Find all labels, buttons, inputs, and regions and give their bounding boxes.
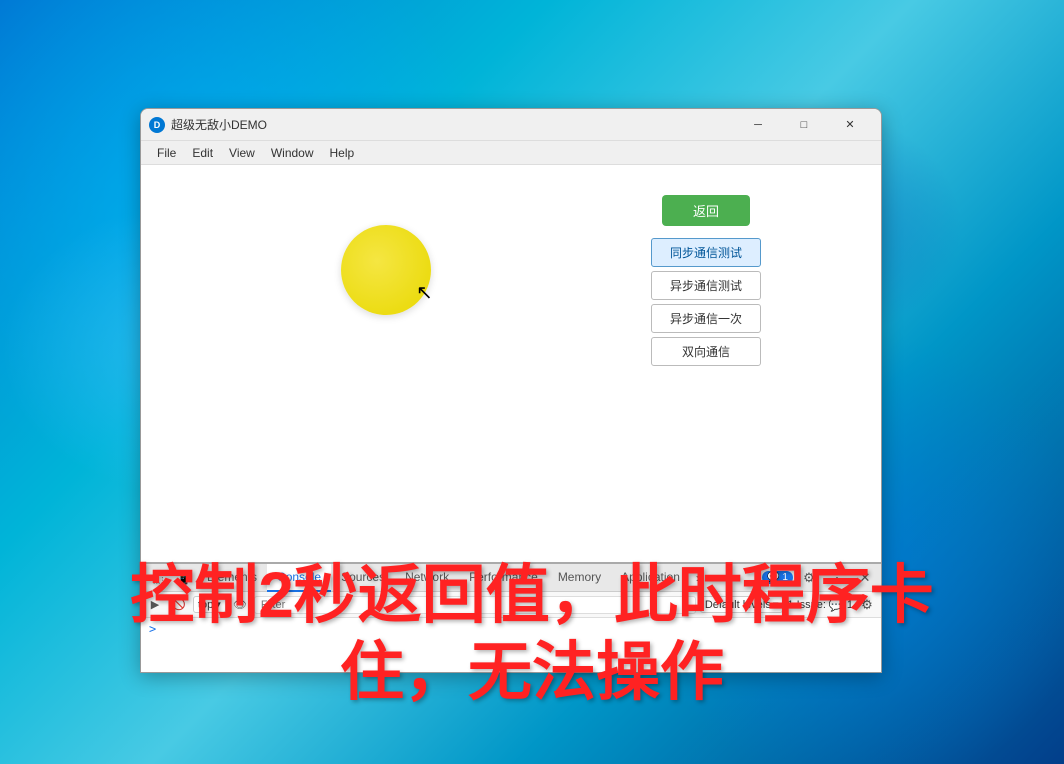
action-button-async[interactable]: 异步通信测试 [651, 271, 761, 300]
tab-network[interactable]: Network [395, 564, 459, 592]
devtools-chat-badge: 💬 1 [762, 571, 793, 584]
action-button-bidirectional[interactable]: 双向通信 [651, 337, 761, 366]
menu-help[interactable]: Help [322, 144, 363, 162]
window-controls: ─ □ ✕ [735, 109, 873, 141]
menu-window[interactable]: Window [263, 144, 322, 162]
menu-view[interactable]: View [221, 144, 263, 162]
menu-edit[interactable]: Edit [184, 144, 221, 162]
devtools-more-options-icon[interactable]: ⋮ [825, 566, 849, 590]
window-title: 超级无敌小DEMO [171, 116, 735, 133]
devtools-tabs: ⬚ 📱 Elements Console Sources Network Per… [141, 564, 881, 592]
console-filter-input[interactable] [254, 596, 696, 614]
console-eye-icon[interactable]: 👁 [230, 595, 250, 615]
devtools-device-icon[interactable]: 📱 [173, 567, 195, 589]
console-levels-dropdown-icon: ▾ [773, 598, 779, 611]
devtools-panel: ⬚ 📱 Elements Console Sources Network Per… [141, 562, 881, 672]
minimize-button[interactable]: ─ [735, 109, 781, 141]
menu-file[interactable]: File [149, 144, 184, 162]
tab-sources[interactable]: Sources [331, 564, 395, 592]
tab-application[interactable]: Application [611, 564, 690, 592]
maximize-button[interactable]: □ [781, 109, 827, 141]
app-window: D 超级无敌小DEMO ─ □ ✕ File Edit View Window … [140, 108, 882, 673]
console-issue-icon: 💬 [829, 598, 844, 612]
back-button[interactable]: 返回 [662, 195, 750, 226]
console-issue-badge: 1 Issue: 💬 1 [787, 598, 853, 612]
tab-performance[interactable]: Performance [459, 564, 548, 592]
console-context-selector[interactable]: top ▾ [193, 596, 226, 613]
tab-elements[interactable]: Elements [197, 564, 267, 592]
console-prompt[interactable]: > [149, 622, 873, 636]
close-button[interactable]: ✕ [827, 109, 873, 141]
console-levels-label: Default levels [705, 599, 771, 611]
console-settings-icon[interactable]: ⚙ [857, 595, 877, 615]
main-area: ↖ 返回 同步通信测试 异步通信测试 异步通信一次 双向通信 [141, 165, 881, 562]
app-icon: D [149, 117, 165, 133]
console-content: > [141, 618, 881, 672]
menu-bar: File Edit View Window Help [141, 141, 881, 165]
action-button-sync[interactable]: 同步通信测试 [651, 238, 761, 267]
console-levels-selector[interactable]: Default levels ▾ [700, 596, 784, 613]
devtools-inspect-icon[interactable]: ⬚ [147, 567, 169, 589]
console-context-label: top [198, 599, 213, 611]
devtools-settings-icon[interactable]: ⚙ [797, 566, 821, 590]
action-button-async-once[interactable]: 异步通信一次 [651, 304, 761, 333]
console-toolbar: ▶ 🚫 top ▾ 👁 Default levels ▾ 1 Issue: 💬 … [141, 592, 881, 618]
console-execute-icon[interactable]: ▶ [145, 595, 165, 615]
tab-memory[interactable]: Memory [548, 564, 611, 592]
mouse-cursor: ↖ [416, 280, 436, 304]
app-content: ↖ 返回 同步通信测试 异步通信测试 异步通信一次 双向通信 ⬚ 📱 Eleme… [141, 165, 881, 672]
devtools-close-icon[interactable]: ✕ [853, 566, 877, 590]
devtools-tab-right: 💬 1 ⚙ ⋮ ✕ [762, 566, 877, 590]
console-issue-count: 1 [847, 599, 853, 611]
console-issue-text: 1 Issue: [787, 599, 826, 611]
title-bar: D 超级无敌小DEMO ─ □ ✕ [141, 109, 881, 141]
buttons-panel: 返回 同步通信测试 异步通信测试 异步通信一次 双向通信 [651, 195, 761, 366]
devtools-more-tabs[interactable]: » [690, 571, 709, 585]
tab-console[interactable]: Console [267, 564, 331, 592]
console-clear-icon[interactable]: 🚫 [169, 595, 189, 615]
console-context-dropdown-icon: ▾ [215, 598, 221, 611]
console-prompt-arrow: > [149, 622, 156, 636]
